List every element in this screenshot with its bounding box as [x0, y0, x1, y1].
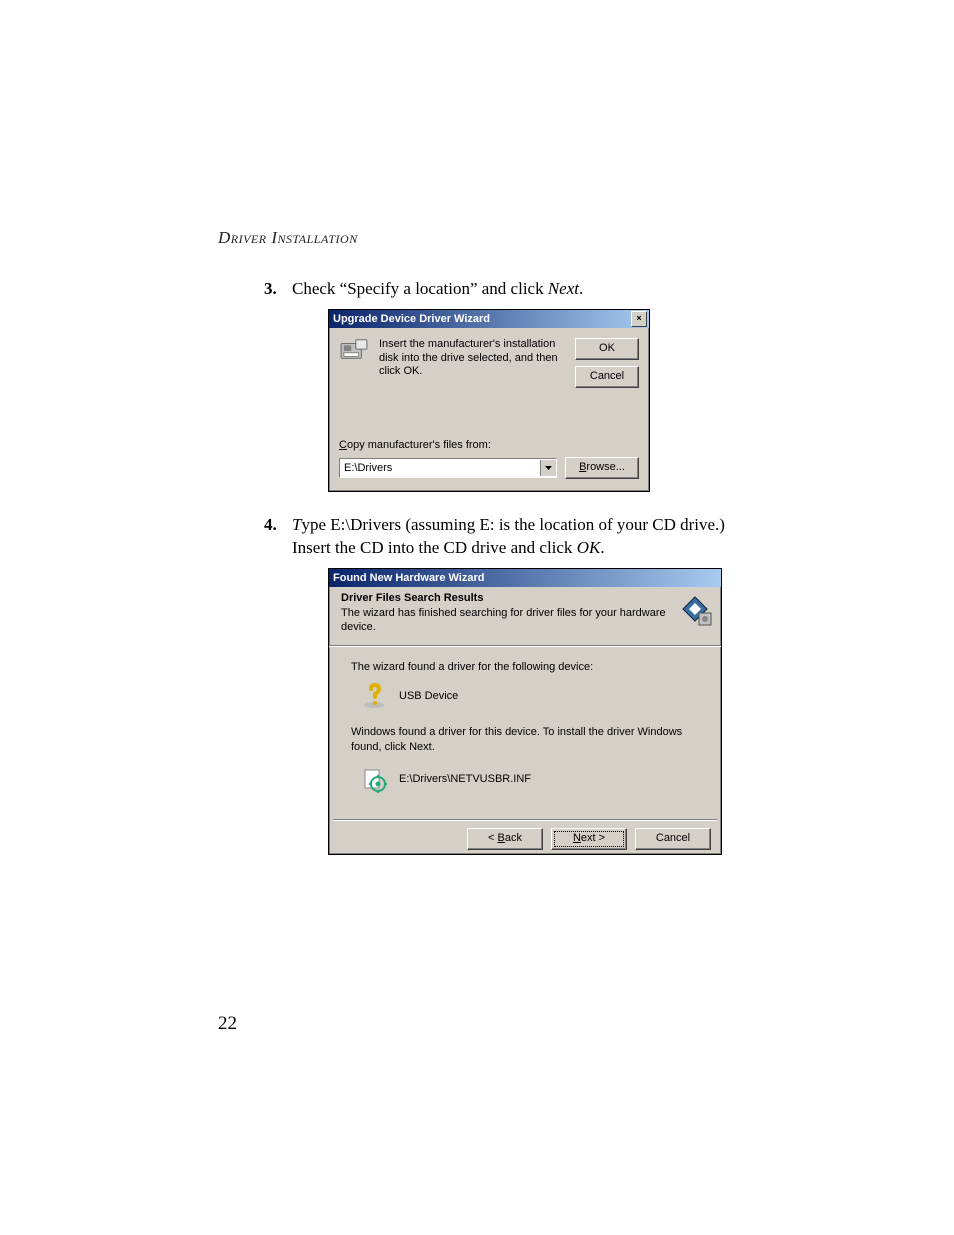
path-input[interactable] — [340, 460, 540, 476]
dialog1-title: Upgrade Device Driver Wizard — [333, 310, 490, 328]
cancel-button[interactable]: Cancel — [575, 366, 639, 388]
step-3: 3. Check “Specify a location” and click … — [270, 278, 740, 492]
dialog2-titlebar: Found New Hardware Wizard — [329, 569, 721, 587]
floppy-disk-icon — [339, 338, 369, 362]
inf-path: E:\Drivers\NETVUSBR.INF — [399, 772, 531, 787]
cancel-button-2[interactable]: Cancel — [635, 828, 711, 850]
upgrade-driver-dialog: Upgrade Device Driver Wizard × Insert th… — [328, 309, 650, 492]
chevron-down-icon[interactable] — [540, 460, 556, 476]
next-button[interactable]: Next > — [551, 828, 627, 850]
step-3-number: 3. — [264, 278, 277, 301]
step-3-text: Check “Specify a location” and click Nex… — [292, 279, 583, 298]
found-line: The wizard found a driver for the follow… — [351, 660, 705, 675]
section-header: Driver Installation — [218, 228, 358, 248]
dialog2-heading: Driver Files Search Results — [341, 591, 669, 606]
step-4: 4. Type E:\Drivers (assuming E: is the l… — [270, 514, 740, 855]
install-line: Windows found a driver for this device. … — [351, 725, 705, 755]
main-content: 3. Check “Specify a location” and click … — [270, 278, 740, 877]
step-4-text: Type E:\Drivers (assuming E: is the loca… — [292, 515, 725, 557]
question-icon — [361, 683, 387, 709]
hardware-icon — [677, 591, 713, 627]
copy-from-label: Copy manufacturer's files from: — [339, 438, 639, 453]
ok-button[interactable]: OK — [575, 338, 639, 360]
device-name: USB Device — [399, 689, 458, 704]
path-combobox[interactable] — [339, 458, 557, 478]
dialog1-titlebar: Upgrade Device Driver Wizard × — [329, 310, 649, 328]
found-hardware-dialog: Found New Hardware Wizard Driver Files S… — [328, 568, 722, 855]
dialog2-title: Found New Hardware Wizard — [333, 569, 484, 587]
dialog2-subheading: The wizard has finished searching for dr… — [341, 606, 669, 636]
dialog1-message: Insert the manufacturer's installation d… — [379, 338, 565, 379]
browse-button[interactable]: Browse... — [565, 457, 639, 479]
back-button[interactable]: < Back — [467, 828, 543, 850]
inf-file-icon — [361, 767, 387, 793]
page-number: 22 — [218, 1013, 237, 1035]
close-icon[interactable]: × — [631, 311, 647, 327]
step-4-number: 4. — [264, 514, 277, 537]
